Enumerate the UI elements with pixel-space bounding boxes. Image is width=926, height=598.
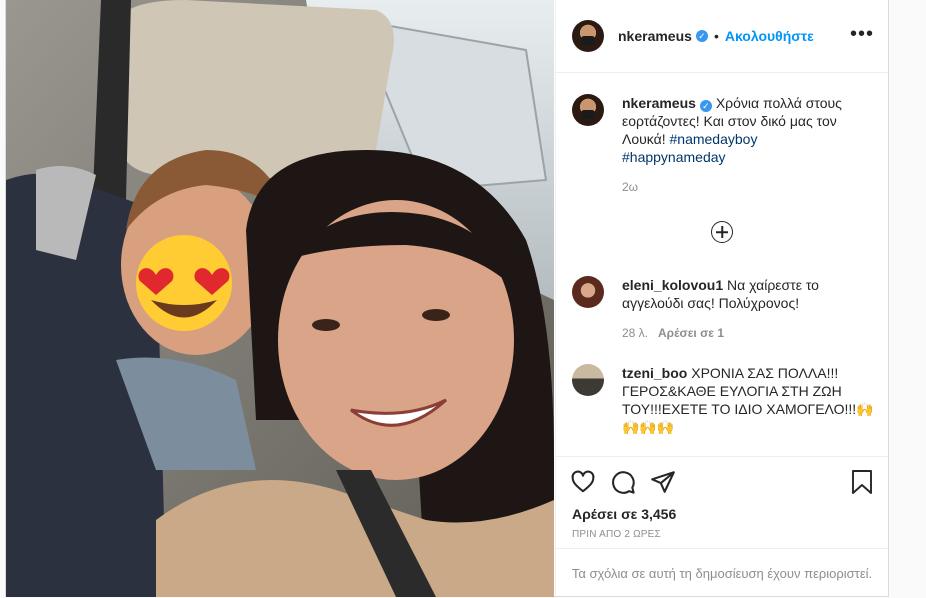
post-photo[interactable]	[6, 0, 554, 597]
likes-count[interactable]: Αρέσει σε 3,456	[572, 506, 676, 522]
author-avatar[interactable]	[572, 20, 604, 52]
comment-meta: 28 λ. Αρέσει σε 1	[622, 324, 874, 342]
hashtag-link[interactable]: #happynameday	[622, 149, 726, 165]
comment-time[interactable]: 28 λ.	[622, 326, 648, 340]
post-timestamp[interactable]: ΠΡΙΝ ΑΠΟ 2 ΩΡΕΣ	[572, 529, 661, 540]
comment-bubble-icon[interactable]	[610, 469, 636, 495]
comment-username[interactable]: eleni_kolovou1	[622, 277, 723, 293]
post-sidebar: nkerameus ✓ • Ακολουθήστε ••• nkerameus ✓…	[555, 0, 888, 596]
caption-username[interactable]: nkerameus	[622, 95, 696, 111]
comment-item: eleni_kolovou1 Να χαίρεστε το αγγελούδι …	[572, 276, 874, 342]
heart-eyes-emoji-icon	[136, 235, 232, 331]
comments-restricted-notice: Τα σχόλια σε αυτή τη δημοσίευση έχουν πε…	[556, 548, 888, 598]
separator-dot: •	[713, 28, 719, 44]
caption-avatar[interactable]	[572, 94, 604, 126]
commenter-avatar[interactable]	[572, 276, 604, 308]
raised-hands-emoji-icon: 🙌🙌🙌	[622, 419, 675, 435]
post-caption: nkerameus ✓ Χρόνια πολλά στους εορτάζοντε…	[572, 94, 874, 196]
comment-item: tzeni_boo ΧΡΟΝΙΑ ΣΑΣ ΠΟΛΛΑ!!! ΓΕΡΟΣ&ΚΑΘΕ…	[572, 364, 874, 436]
post-header: nkerameus ✓ • Ακολουθήστε •••	[556, 0, 888, 73]
comment-username[interactable]: tzeni_boo	[622, 365, 687, 381]
photo-illustration	[6, 0, 554, 597]
author-username[interactable]: nkerameus	[618, 28, 692, 44]
bookmark-icon[interactable]	[850, 469, 874, 495]
caption-body: nkerameus ✓ Χρόνια πολλά στους εορτάζοντε…	[622, 94, 874, 196]
more-options-icon[interactable]: •••	[850, 24, 874, 44]
paper-plane-icon[interactable]	[650, 469, 676, 495]
follow-button[interactable]: Ακολουθήστε	[725, 28, 814, 44]
raised-hands-emoji-icon: 🙌	[856, 401, 874, 417]
caption-time[interactable]: 2ω	[622, 178, 874, 196]
verified-badge-icon: ✓	[695, 30, 708, 42]
verified-badge-icon: ✓	[699, 100, 712, 112]
hashtag-link[interactable]: #namedayboy	[670, 131, 758, 147]
comment-body: eleni_kolovou1 Να χαίρεστε το αγγελούδι …	[622, 276, 874, 342]
instagram-post: nkerameus ✓ • Ακολουθήστε ••• nkerameus ✓…	[5, 0, 889, 597]
comment-body: tzeni_boo ΧΡΟΝΙΑ ΣΑΣ ΠΟΛΛΑ!!! ΓΕΡΟΣ&ΚΑΘΕ…	[622, 364, 874, 436]
plus-circle-icon[interactable]	[711, 221, 733, 243]
heart-icon[interactable]	[570, 469, 596, 495]
commenter-avatar[interactable]	[572, 364, 604, 396]
comment-likes[interactable]: Αρέσει σε 1	[658, 326, 724, 340]
